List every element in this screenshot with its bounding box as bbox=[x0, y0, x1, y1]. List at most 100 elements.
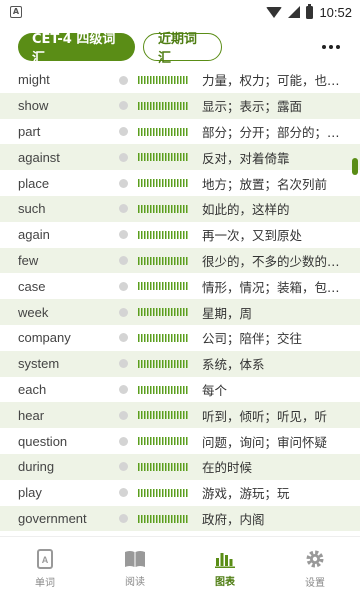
word-meaning: 力量，权力；可能，也… bbox=[202, 73, 340, 89]
word-text: part bbox=[18, 123, 41, 139]
frequency-bar bbox=[138, 437, 188, 446]
nav-item-charts[interactable]: 图表 bbox=[180, 537, 270, 600]
word-meaning: 情形，情况；装箱，包… bbox=[202, 279, 340, 295]
word-row[interactable]: place 地方；放置；名次列前 bbox=[0, 170, 360, 196]
word-meaning: 公司；陪伴；交往 bbox=[202, 331, 303, 347]
frequency-bar bbox=[138, 101, 188, 110]
word-text: government bbox=[18, 510, 87, 526]
word-meaning: 如此的，这样的 bbox=[202, 202, 290, 218]
frequency-bar bbox=[138, 411, 188, 420]
word-row[interactable]: each 每个 bbox=[0, 377, 360, 403]
more-dot-icon bbox=[336, 45, 340, 49]
word-meaning: 显示；表示；露面 bbox=[202, 99, 303, 115]
word-text: system bbox=[18, 356, 60, 372]
word-text: show bbox=[18, 98, 49, 114]
frequency-bar bbox=[138, 127, 188, 136]
word-text: against bbox=[18, 149, 60, 165]
frequency-bar bbox=[138, 514, 188, 523]
nav-item-words[interactable]: A 单词 bbox=[0, 537, 90, 600]
word-text: few bbox=[18, 252, 39, 268]
frequency-bar bbox=[138, 256, 188, 265]
status-dot-icon bbox=[119, 514, 128, 524]
word-row[interactable]: few 很少的，不多的少数的… bbox=[0, 247, 360, 274]
status-dot-icon bbox=[119, 230, 128, 240]
status-dot-icon bbox=[119, 75, 128, 85]
frequency-bar bbox=[138, 153, 188, 162]
frequency-bar bbox=[138, 76, 188, 84]
status-dot-icon bbox=[119, 152, 128, 162]
word-meaning: 在的时候 bbox=[202, 460, 253, 476]
status-dot-icon bbox=[119, 127, 128, 137]
frequency-bar bbox=[138, 333, 188, 342]
word-meaning: 地方；放置；名次列前 bbox=[202, 176, 328, 192]
status-dot-icon bbox=[119, 488, 128, 498]
tab-recent-vocab[interactable]: 近期词汇 bbox=[143, 32, 222, 66]
status-dot-icon bbox=[119, 385, 128, 395]
tab-cet4-vocab[interactable]: CET-4 四级词汇 bbox=[18, 32, 135, 66]
word-meaning: 部分；分开；部分的；… bbox=[202, 124, 340, 140]
status-dot-icon bbox=[119, 307, 128, 317]
word-card-icon: A bbox=[36, 548, 54, 569]
word-meaning: 听到，倾听；听见，听 bbox=[202, 408, 328, 424]
word-text: company bbox=[18, 330, 71, 346]
status-indicators: 10:52 bbox=[266, 3, 352, 20]
app-notification-icon: A bbox=[10, 6, 22, 18]
word-meaning: 很少的，不多的少数的… bbox=[202, 253, 340, 269]
frequency-bar bbox=[138, 282, 188, 291]
word-meaning: 反对，对着倚靠 bbox=[202, 150, 290, 166]
signal-icon bbox=[288, 6, 301, 18]
word-row[interactable]: hear 听到，倾听；听见，听 bbox=[0, 402, 360, 429]
word-list[interactable]: might 力量，权力；可能，也… show 显示；表示；露面 part 部分；分开；部分… bbox=[0, 70, 360, 536]
word-row[interactable]: part 部分；分开；部分的；… bbox=[0, 119, 360, 145]
scrollbar-thumb[interactable] bbox=[352, 158, 358, 175]
wifi-icon bbox=[266, 6, 283, 18]
nav-label: 图表 bbox=[215, 576, 235, 588]
word-text: might bbox=[18, 72, 50, 88]
word-text: place bbox=[18, 175, 50, 191]
header: CET-4 四级词汇 近期词汇 bbox=[0, 24, 360, 70]
word-meaning: 每个 bbox=[202, 382, 228, 398]
word-row[interactable]: company 公司；陪伴；交往 bbox=[0, 325, 360, 351]
nav-label: 设置 bbox=[305, 577, 325, 589]
word-row[interactable]: again 再一次，又到原处 bbox=[0, 222, 360, 248]
status-dot-icon bbox=[119, 281, 128, 291]
status-dot-icon bbox=[119, 101, 128, 111]
word-text: each bbox=[18, 381, 47, 397]
gear-icon bbox=[305, 549, 325, 569]
word-text: such bbox=[18, 201, 46, 217]
word-row[interactable]: government 政府，内阁 bbox=[0, 505, 360, 532]
more-menu-button[interactable] bbox=[320, 39, 342, 55]
word-text: case bbox=[18, 278, 46, 294]
word-row[interactable]: play 游戏，游玩；玩 bbox=[0, 480, 360, 506]
word-meaning: 再一次，又到原处 bbox=[202, 228, 303, 244]
frequency-bar bbox=[138, 462, 188, 471]
word-text: hear bbox=[18, 407, 45, 423]
status-dot-icon bbox=[119, 359, 128, 369]
word-row[interactable]: against 反对，对着倚靠 bbox=[0, 144, 360, 171]
word-row[interactable]: during 在的时候 bbox=[0, 453, 360, 480]
status-dot-icon bbox=[119, 410, 128, 420]
frequency-bar bbox=[138, 359, 188, 368]
battery-icon bbox=[306, 3, 314, 19]
more-dot-icon bbox=[322, 45, 326, 49]
word-text: week bbox=[18, 304, 49, 320]
frequency-bar bbox=[138, 179, 188, 188]
book-icon bbox=[124, 550, 146, 568]
word-meaning: 游戏，游玩；玩 bbox=[202, 486, 290, 502]
word-text: play bbox=[18, 485, 42, 501]
word-meaning: 星期，周 bbox=[202, 305, 253, 321]
word-row[interactable]: such 如此的，这样的 bbox=[0, 195, 360, 222]
word-row[interactable]: week 星期，周 bbox=[0, 299, 360, 325]
frequency-bar bbox=[138, 488, 188, 497]
status-dot-icon bbox=[119, 204, 128, 214]
word-row[interactable]: case 情形，情况；装箱，包… bbox=[0, 273, 360, 299]
nav-item-settings[interactable]: 设置 bbox=[270, 537, 360, 600]
word-row[interactable]: system 系统，体系 bbox=[0, 350, 360, 377]
word-row[interactable]: question 问题，询问；审问怀疑 bbox=[0, 428, 360, 454]
frequency-bar bbox=[138, 385, 188, 394]
word-meaning: 系统，体系 bbox=[202, 357, 265, 373]
word-row[interactable]: show 显示；表示；露面 bbox=[0, 92, 360, 119]
nav-item-reading[interactable]: 阅读 bbox=[90, 537, 180, 600]
word-row[interactable]: might 力量，权力；可能，也… bbox=[0, 70, 360, 93]
bar-chart-icon bbox=[215, 550, 235, 568]
